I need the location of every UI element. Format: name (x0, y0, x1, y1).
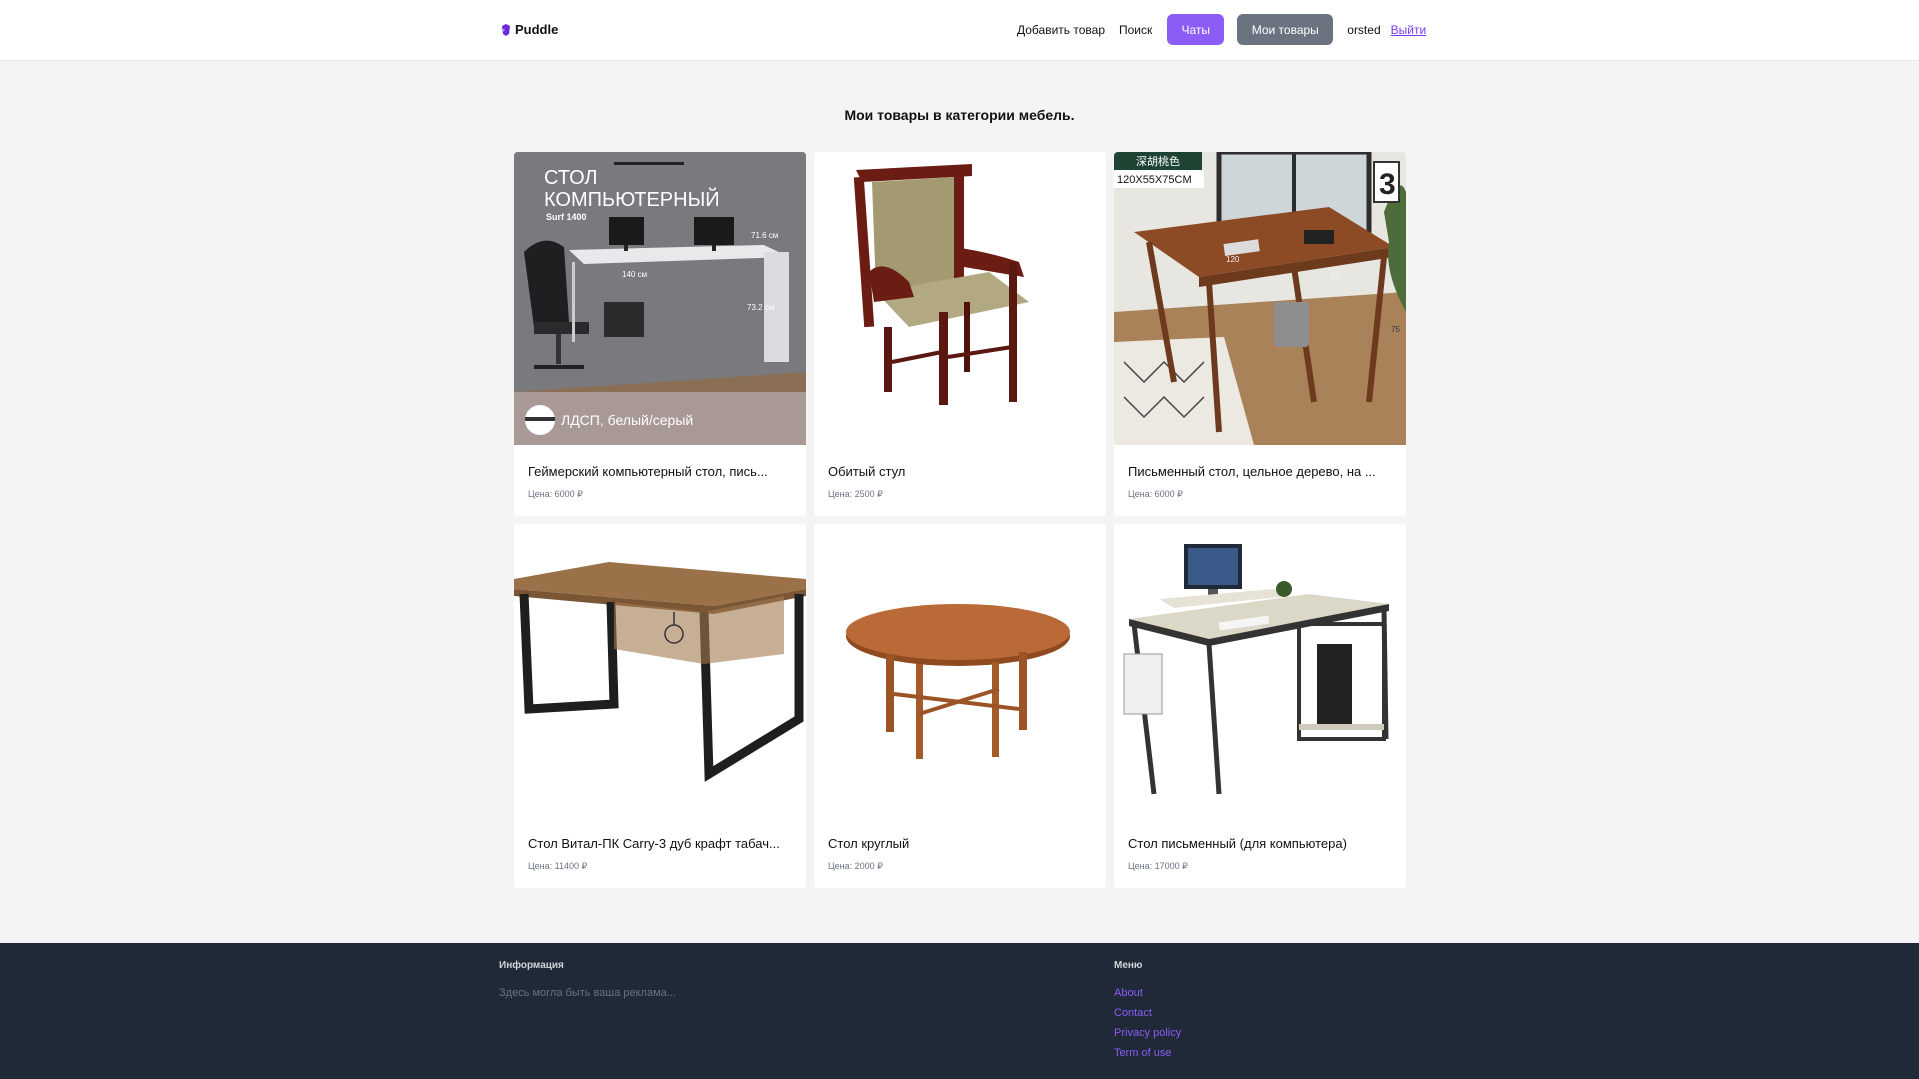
search-link[interactable]: Поиск (1119, 23, 1152, 37)
product-card[interactable]: Обитый стул Цена: 2500 ₽ (814, 152, 1106, 516)
product-title[interactable]: Стол круглый (828, 836, 1092, 851)
footer-link-privacy[interactable]: Privacy policy (1114, 1027, 1181, 1039)
image-material: ЛДСП, белый/серый (561, 412, 693, 428)
product-title[interactable]: Письменный стол, цельное дерево, на ... (1128, 464, 1392, 479)
image-dim-depth: 71.6 см (751, 231, 778, 240)
product-price: Цена: 6000 ₽ (528, 489, 583, 499)
product-title[interactable]: Геймерский компьютерный стол, пись... (528, 464, 792, 479)
add-item-link[interactable]: Добавить товар (1017, 23, 1105, 37)
image-badge: 深胡桃色 (1136, 154, 1180, 168)
product-image (1114, 524, 1406, 817)
my-items-button[interactable]: Мои товары (1237, 14, 1334, 45)
logo-icon (501, 23, 510, 36)
product-card[interactable]: 3 深胡桃色 120X55X75CM 120 55 75 Письменный … (1114, 152, 1406, 516)
footer-menu-section: Меню About Contact Privacy policy Term o… (1114, 960, 1181, 1067)
image-model: Surf 1400 (546, 212, 587, 222)
chats-button[interactable]: Чаты (1167, 14, 1225, 45)
logo-text: Puddle (515, 22, 559, 37)
nav-menu: Добавить товар Поиск Чаты Мои товары ors… (1017, 14, 1426, 45)
footer-menu-heading: Меню (1114, 960, 1143, 971)
product-price: Цена: 2000 ₽ (828, 861, 883, 871)
username: orsted (1347, 22, 1381, 37)
image-heading-1: СТОЛ (544, 167, 598, 189)
product-image: 3 深胡桃色 120X55X75CM 120 55 75 (1114, 152, 1406, 445)
image-size: 120X55X75CM (1117, 174, 1192, 186)
footer-link-terms[interactable]: Term of use (1114, 1047, 1181, 1059)
product-image (814, 152, 1106, 445)
product-card[interactable]: Стол круглый Цена: 2000 ₽ (814, 524, 1106, 888)
logo[interactable]: Puddle (500, 22, 558, 37)
page-title: Мои товары в категории мебель. (844, 107, 1075, 123)
product-card[interactable]: Стол письменный (для компьютера) Цена: 1… (1114, 524, 1406, 888)
footer: Информация Здесь могла быть ваша реклама… (0, 943, 1919, 1079)
product-card[interactable]: Стол Витал-ПК Carry-3 дуб крафт табач...… (514, 524, 806, 888)
product-price: Цена: 6000 ₽ (1128, 489, 1183, 499)
footer-links: About Contact Privacy policy Term of use (1114, 987, 1181, 1059)
footer-info-text: Здесь могла быть ваша реклама... (499, 987, 676, 999)
product-image (814, 524, 1106, 817)
image-dim-height: 73.2 см (747, 303, 774, 312)
footer-link-about[interactable]: About (1114, 987, 1181, 999)
image-dim-width: 140 см (622, 270, 647, 279)
image-wall-number: 3 (1379, 168, 1396, 201)
footer-info-heading: Информация (499, 960, 564, 971)
image-dim-55: 55 (1331, 273, 1340, 282)
product-image (514, 524, 806, 817)
image-dim-75: 75 (1391, 325, 1400, 334)
product-image: СТОЛ КОМПЬЮТЕРНЫЙ Surf 1400 140 см 71.6 … (514, 152, 806, 445)
footer-link-contact[interactable]: Contact (1114, 1007, 1181, 1019)
product-title[interactable]: Стол письменный (для компьютера) (1128, 836, 1392, 851)
top-navbar: Puddle Добавить товар Поиск Чаты Мои тов… (0, 0, 1919, 61)
product-price: Цена: 11400 ₽ (528, 861, 588, 871)
footer-info-section: Информация Здесь могла быть ваша реклама… (499, 960, 676, 999)
product-title[interactable]: Обитый стул (828, 464, 1092, 479)
product-price: Цена: 2500 ₽ (828, 489, 883, 499)
product-grid: СТОЛ КОМПЬЮТЕРНЫЙ Surf 1400 140 см 71.6 … (514, 152, 1407, 888)
image-heading-2: КОМПЬЮТЕРНЫЙ (544, 187, 720, 211)
product-price: Цена: 17000 ₽ (1128, 861, 1188, 871)
logout-link[interactable]: Выйти (1391, 23, 1427, 37)
image-dim-120: 120 (1226, 255, 1240, 264)
product-card[interactable]: СТОЛ КОМПЬЮТЕРНЫЙ Surf 1400 140 см 71.6 … (514, 152, 806, 516)
product-title[interactable]: Стол Витал-ПК Carry-3 дуб крафт табач... (528, 836, 792, 851)
